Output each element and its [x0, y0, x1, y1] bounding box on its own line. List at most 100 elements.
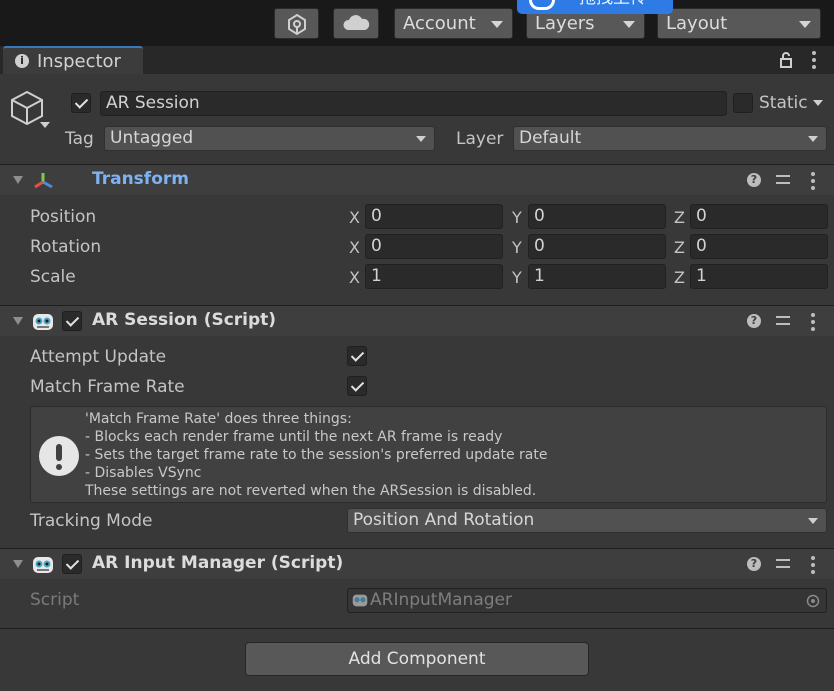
rotation-z-label[interactable]: Z [674, 238, 685, 257]
preset-icon[interactable] [776, 314, 790, 328]
gameobject-name-field[interactable]: AR Session [100, 91, 727, 116]
help-line: 'Match Frame Rate' does three things: [85, 411, 352, 427]
top-toolbar: Account Layers Layout 拖拽上传 [0, 0, 834, 46]
cloud-icon [343, 15, 370, 30]
help-line: - Blocks each render frame until the nex… [85, 429, 503, 445]
help-line: - Sets the target frame rate to the sess… [85, 447, 548, 463]
warning-icon [39, 436, 79, 476]
account-dropdown[interactable]: Account [394, 8, 513, 39]
chevron-down-icon [491, 21, 503, 28]
scale-label: Scale [30, 267, 76, 287]
tracking-mode-dropdown[interactable]: Position And Rotation [347, 508, 827, 533]
script-icon [33, 314, 53, 330]
layout-label: Layout [666, 13, 728, 34]
layer-dropdown[interactable]: Default [513, 126, 827, 151]
transform-header[interactable]: Transform ? [0, 164, 834, 195]
tag-label: Tag [65, 129, 94, 149]
rotation-y-field[interactable]: 0 [528, 234, 666, 259]
tab-inspector[interactable]: i Inspector [3, 46, 143, 74]
collab-icon [288, 13, 306, 36]
rotation-z-field[interactable]: 0 [690, 234, 828, 259]
layer-value: Default [519, 128, 582, 148]
help-line: - Disables VSync [85, 465, 202, 481]
chevron-down-icon [808, 136, 818, 142]
info-icon: i [15, 54, 29, 68]
add-component-button[interactable]: Add Component [245, 642, 589, 676]
rotation-x-field[interactable]: 0 [365, 234, 503, 259]
help-icon[interactable]: ? [747, 557, 761, 571]
preset-icon[interactable] [776, 173, 790, 187]
position-x-label[interactable]: X [349, 208, 360, 227]
static-checkbox[interactable] [733, 93, 753, 113]
component-menu-icon[interactable] [811, 172, 815, 190]
inspector-tab-bar: i Inspector [0, 46, 834, 74]
script-icon [352, 594, 368, 607]
foldout-arrow-icon[interactable] [13, 560, 23, 568]
static-label[interactable]: Static [759, 93, 808, 113]
ar-input-manager-enabled-checkbox[interactable] [62, 554, 82, 574]
rotation-label: Rotation [30, 237, 102, 257]
ar-session-enabled-checkbox[interactable] [62, 311, 82, 331]
tab-label: Inspector [37, 51, 121, 72]
chevron-down-icon [416, 136, 426, 142]
script-icon [33, 557, 53, 573]
match-frame-rate-checkbox[interactable] [347, 376, 367, 396]
position-x-field[interactable]: 0 [365, 204, 503, 229]
transform-title: Transform [92, 169, 189, 189]
position-z-label[interactable]: Z [674, 208, 685, 227]
collab-button[interactable] [274, 8, 319, 39]
help-icon[interactable]: ? [747, 173, 761, 187]
gameobject-active-checkbox[interactable] [71, 93, 91, 113]
cloud-button[interactable] [333, 8, 379, 39]
ar-input-manager-title: AR Input Manager (Script) [92, 553, 344, 573]
account-label: Account [403, 13, 476, 34]
scale-y-field[interactable]: 1 [528, 264, 666, 289]
foldout-arrow-icon[interactable] [13, 317, 23, 325]
scale-x-label[interactable]: X [349, 268, 360, 287]
scale-z-field[interactable]: 1 [690, 264, 828, 289]
position-y-label[interactable]: Y [512, 208, 522, 227]
position-z-field[interactable]: 0 [690, 204, 828, 229]
tab-menu-icon[interactable] [812, 51, 816, 69]
script-label: Script [30, 590, 80, 610]
tag-value: Untagged [110, 128, 194, 148]
layout-dropdown[interactable]: Layout [657, 8, 821, 39]
help-icon[interactable]: ? [747, 314, 761, 328]
rotation-y-label[interactable]: Y [512, 238, 522, 257]
lock-icon[interactable] [778, 52, 794, 68]
ar-session-header[interactable]: AR Session (Script) ? [0, 305, 834, 336]
scale-y-label[interactable]: Y [512, 268, 522, 287]
position-y-field[interactable]: 0 [528, 204, 666, 229]
ar-session-title: AR Session (Script) [92, 310, 277, 330]
ar-input-manager-header[interactable]: AR Input Manager (Script) ? [0, 548, 834, 579]
rotation-x-label[interactable]: X [349, 238, 360, 257]
component-menu-icon[interactable] [811, 313, 815, 331]
upload-logo-icon [529, 0, 555, 10]
chevron-down-icon [808, 518, 818, 524]
help-box-text: 'Match Frame Rate' does three things: - … [85, 410, 548, 500]
attempt-update-checkbox[interactable] [347, 346, 367, 366]
static-dropdown-icon[interactable] [813, 100, 823, 106]
layers-label: Layers [535, 13, 595, 34]
preset-icon[interactable] [776, 557, 790, 571]
help-line: These settings are not reverted when the… [85, 483, 537, 499]
layer-label: Layer [456, 129, 504, 149]
foldout-arrow-icon[interactable] [13, 176, 23, 184]
tracking-mode-value: Position And Rotation [353, 510, 535, 530]
transform-icon [34, 173, 53, 189]
upload-overlay-text: 拖拽上传 [579, 0, 647, 8]
gameobject-cube-icon[interactable] [10, 90, 54, 134]
scale-x-field[interactable]: 1 [365, 264, 503, 289]
divider [0, 628, 834, 629]
position-label: Position [30, 207, 97, 227]
chevron-down-icon [623, 21, 635, 28]
component-menu-icon[interactable] [811, 556, 815, 574]
tracking-mode-label: Tracking Mode [30, 511, 153, 531]
script-object-field[interactable]: ARInputManager [347, 588, 827, 613]
script-value: ARInputManager [370, 590, 512, 610]
object-picker-icon[interactable] [806, 594, 820, 608]
tag-dropdown[interactable]: Untagged [104, 126, 435, 151]
attempt-update-label: Attempt Update [30, 347, 167, 367]
upload-overlay-badge[interactable]: 拖拽上传 [517, 0, 673, 14]
scale-z-label[interactable]: Z [674, 268, 685, 287]
